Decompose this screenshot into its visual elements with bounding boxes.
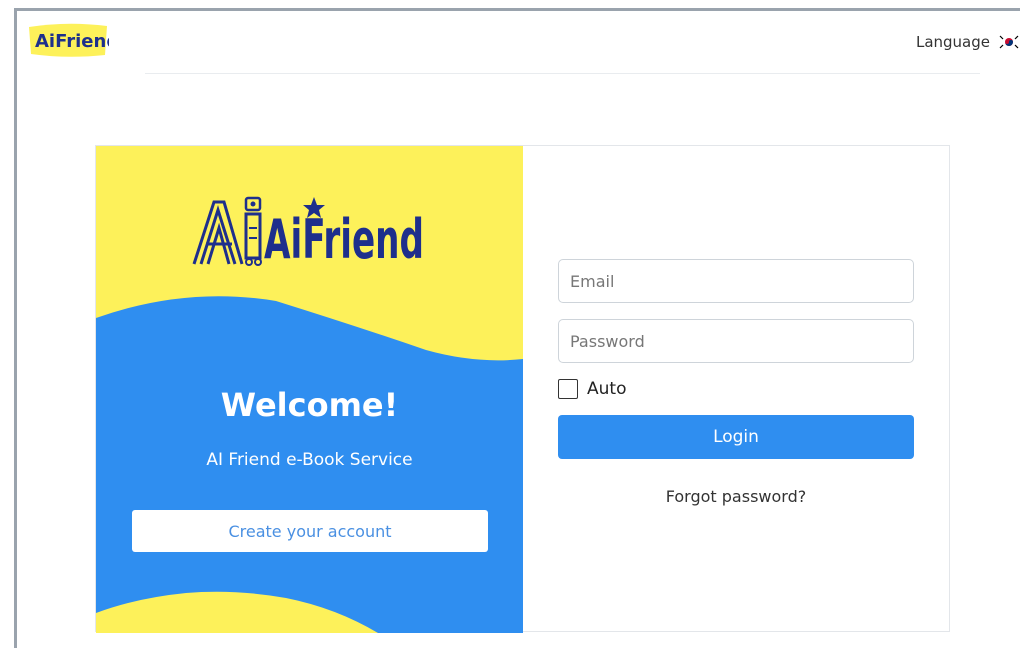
email-input[interactable]	[558, 259, 914, 303]
login-card: AiFriend Welcome! AI Friend e-Book Servi…	[95, 145, 950, 633]
welcome-title: Welcome!	[220, 386, 399, 424]
language-label: Language	[915, 33, 990, 51]
password-input[interactable]	[558, 319, 914, 363]
robot-icon	[244, 196, 262, 266]
top-header: AiFriend Language	[17, 11, 1020, 75]
korea-flag-icon	[998, 34, 1020, 50]
language-selector[interactable]: Language	[916, 31, 1020, 53]
auto-login-label[interactable]: Auto	[587, 379, 626, 399]
auto-login-checkbox[interactable]	[558, 379, 578, 399]
header-divider	[145, 73, 980, 74]
brand-logo-text: AiFriend	[264, 208, 424, 268]
auto-login-row: Auto	[558, 378, 626, 400]
login-form: Auto Login Forgot password?	[523, 146, 949, 631]
forgot-password-link[interactable]: Forgot password?	[558, 487, 914, 506]
create-account-button[interactable]: Create your account	[132, 510, 488, 552]
header-logo[interactable]: AiFriend	[27, 21, 109, 59]
login-button[interactable]: Login	[558, 415, 914, 459]
welcome-panel: AiFriend Welcome! AI Friend e-Book Servi…	[96, 146, 523, 633]
welcome-subtitle: AI Friend e-Book Service	[206, 450, 413, 470]
header-logo-text: AiFriend	[35, 31, 109, 52]
aifriend-brand-logo: AiFriend	[192, 196, 424, 268]
